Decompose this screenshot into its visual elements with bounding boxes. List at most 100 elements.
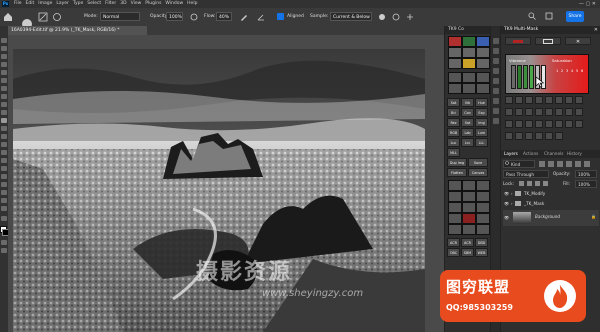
cc-tool-icon-11[interactable] <box>462 213 476 224</box>
cc-btn-hue[interactable]: Hue <box>475 98 488 107</box>
clone-stamp-tool-icon[interactable] <box>1 118 7 123</box>
cc-gear-icon[interactable] <box>476 58 490 69</box>
tab-channels[interactable]: Channels <box>544 150 563 158</box>
zone-cell-4[interactable] <box>529 65 534 89</box>
sample-select[interactable]: Current & Below <box>330 12 372 21</box>
tab-history[interactable]: History <box>567 150 582 158</box>
zone-num-2[interactable]: 2 <box>561 69 563 73</box>
workspace-icon[interactable] <box>545 12 553 20</box>
cc-btn-sbm[interactable]: SBM <box>461 248 474 257</box>
cc-btn-mll[interactable]: MLL <box>447 148 460 157</box>
mm-sub-icon[interactable] <box>545 108 553 116</box>
menu-layer[interactable]: Layer <box>56 0 69 8</box>
mm-middle-button[interactable] <box>535 37 561 45</box>
crop-tool-icon[interactable] <box>1 78 7 83</box>
layer-filter-icons[interactable] <box>539 161 591 167</box>
cc-wand-icon[interactable] <box>476 47 490 58</box>
cc-btn-bri[interactable]: Bri <box>447 108 460 117</box>
home-icon[interactable] <box>3 12 13 22</box>
mm-save-icon[interactable] <box>505 132 513 140</box>
mm-sat-icon[interactable] <box>525 96 533 104</box>
cc-red-icon[interactable] <box>448 36 462 47</box>
cc-btn-sat[interactable]: Sat <box>447 98 460 107</box>
mm-add-icon[interactable] <box>535 108 543 116</box>
cc-tool-icon-5[interactable] <box>462 191 476 202</box>
mm-stroke-icon[interactable] <box>535 120 543 128</box>
cc-blue-icon[interactable] <box>476 36 490 47</box>
mm-sel-icon[interactable] <box>525 108 533 116</box>
mm-split-icon[interactable] <box>535 132 543 140</box>
mm-sharpen-icon[interactable] <box>565 120 573 128</box>
mm-brush-icon[interactable] <box>505 120 513 128</box>
cc-tool-icon-8[interactable] <box>462 202 476 213</box>
cc-btn-acr[interactable]: ACR <box>447 238 460 247</box>
move-tool-icon[interactable] <box>1 38 7 43</box>
eyedropper-tool-icon[interactable] <box>1 94 7 99</box>
lasso-tool-icon[interactable] <box>1 62 7 67</box>
menu-help[interactable]: Help <box>187 0 197 8</box>
cc-btn-vib[interactable]: Vib <box>461 98 474 107</box>
cc-tool-icon-10[interactable] <box>448 213 462 224</box>
more-tools-icon[interactable] <box>1 216 7 221</box>
ignore-adjustment-icon[interactable] <box>378 13 386 21</box>
mm-bw-icon[interactable] <box>545 96 553 104</box>
mm-blur-icon[interactable] <box>555 120 563 128</box>
cc-green-icon[interactable] <box>462 36 476 47</box>
mm-invert-icon[interactable] <box>565 96 573 104</box>
brush-settings-icon[interactable] <box>38 12 48 22</box>
swatches-panel-icon[interactable] <box>493 88 499 94</box>
history-panel-icon[interactable] <box>493 38 499 44</box>
window-controls[interactable]: — ▢ ✕ <box>579 0 596 8</box>
cc-tool-icon-3[interactable] <box>476 180 490 191</box>
mm-hue-icon[interactable] <box>535 96 543 104</box>
cc-btn-flatten[interactable]: Flatten <box>447 168 467 177</box>
cc-btn-save[interactable]: Save <box>468 158 488 167</box>
adjustments-panel-icon[interactable] <box>493 58 499 64</box>
mm-undo-icon[interactable] <box>575 108 583 116</box>
healing-tool-icon[interactable] <box>1 102 7 107</box>
mm-load-icon[interactable] <box>515 132 523 140</box>
cc-tool-icon-1[interactable] <box>448 180 462 191</box>
cc-btn-acr2[interactable]: ACR <box>461 238 474 247</box>
cc-btn-exp[interactable]: Exp <box>475 108 488 117</box>
cc-star-icon[interactable] <box>462 58 476 69</box>
close-icon[interactable]: ✕ <box>594 26 598 34</box>
cc-brush-icon[interactable] <box>448 47 462 58</box>
cc-btn-web[interactable]: WEB <box>475 248 488 257</box>
cc-tool-icon-9[interactable] <box>476 202 490 213</box>
mm-fill-icon[interactable] <box>525 120 533 128</box>
mm-eraser-icon[interactable] <box>515 120 523 128</box>
quick-mask-icon[interactable] <box>1 240 7 245</box>
cc-btn-lll[interactable]: LLL <box>475 138 488 147</box>
aligned-checkbox[interactable] <box>277 13 284 20</box>
tab-layers[interactable]: Layers <box>504 150 518 158</box>
menu-image[interactable]: Image <box>38 0 52 8</box>
cc-tool-icon-2[interactable] <box>462 180 476 191</box>
mm-clear-button[interactable]: ✕ <box>565 37 591 45</box>
zone-cell-2[interactable] <box>517 65 522 89</box>
document-tab[interactable]: 16A0394-Edit.tif @ 21.9% (_TK_Mask, RGB/… <box>8 26 148 35</box>
menu-file[interactable]: File <box>14 0 22 8</box>
pressure-size-icon[interactable] <box>392 13 400 21</box>
mm-settings-icon[interactable] <box>555 132 563 140</box>
menu-type[interactable]: Type <box>73 0 83 8</box>
menu-window[interactable]: Window <box>165 0 183 8</box>
airbrush-icon[interactable] <box>240 13 248 21</box>
properties-panel-icon[interactable] <box>493 48 499 54</box>
search-icon[interactable] <box>528 12 536 20</box>
cc-levels-icon[interactable] <box>462 72 476 83</box>
pen-tool-icon[interactable] <box>1 166 7 171</box>
cc-btn-rgb[interactable]: RGB <box>447 128 460 137</box>
mm-curves-icon[interactable] <box>515 96 523 104</box>
cc-btn-sat2[interactable]: Sat <box>461 118 474 127</box>
layer-opacity-field[interactable]: 100% <box>575 170 597 178</box>
menu-select[interactable]: Select <box>87 0 101 8</box>
cc-tool-icon-13[interactable] <box>448 224 462 235</box>
artboard-tool-icon[interactable] <box>1 46 7 51</box>
mm-grad-icon[interactable] <box>555 96 563 104</box>
eye-icon[interactable]: 👁 <box>504 191 509 196</box>
menu-filter[interactable]: Filter <box>105 0 116 8</box>
zone-num-4[interactable]: 4 <box>571 69 573 73</box>
lock-icons[interactable] <box>519 181 555 187</box>
cc-btn-luc[interactable]: Luc <box>447 138 460 147</box>
